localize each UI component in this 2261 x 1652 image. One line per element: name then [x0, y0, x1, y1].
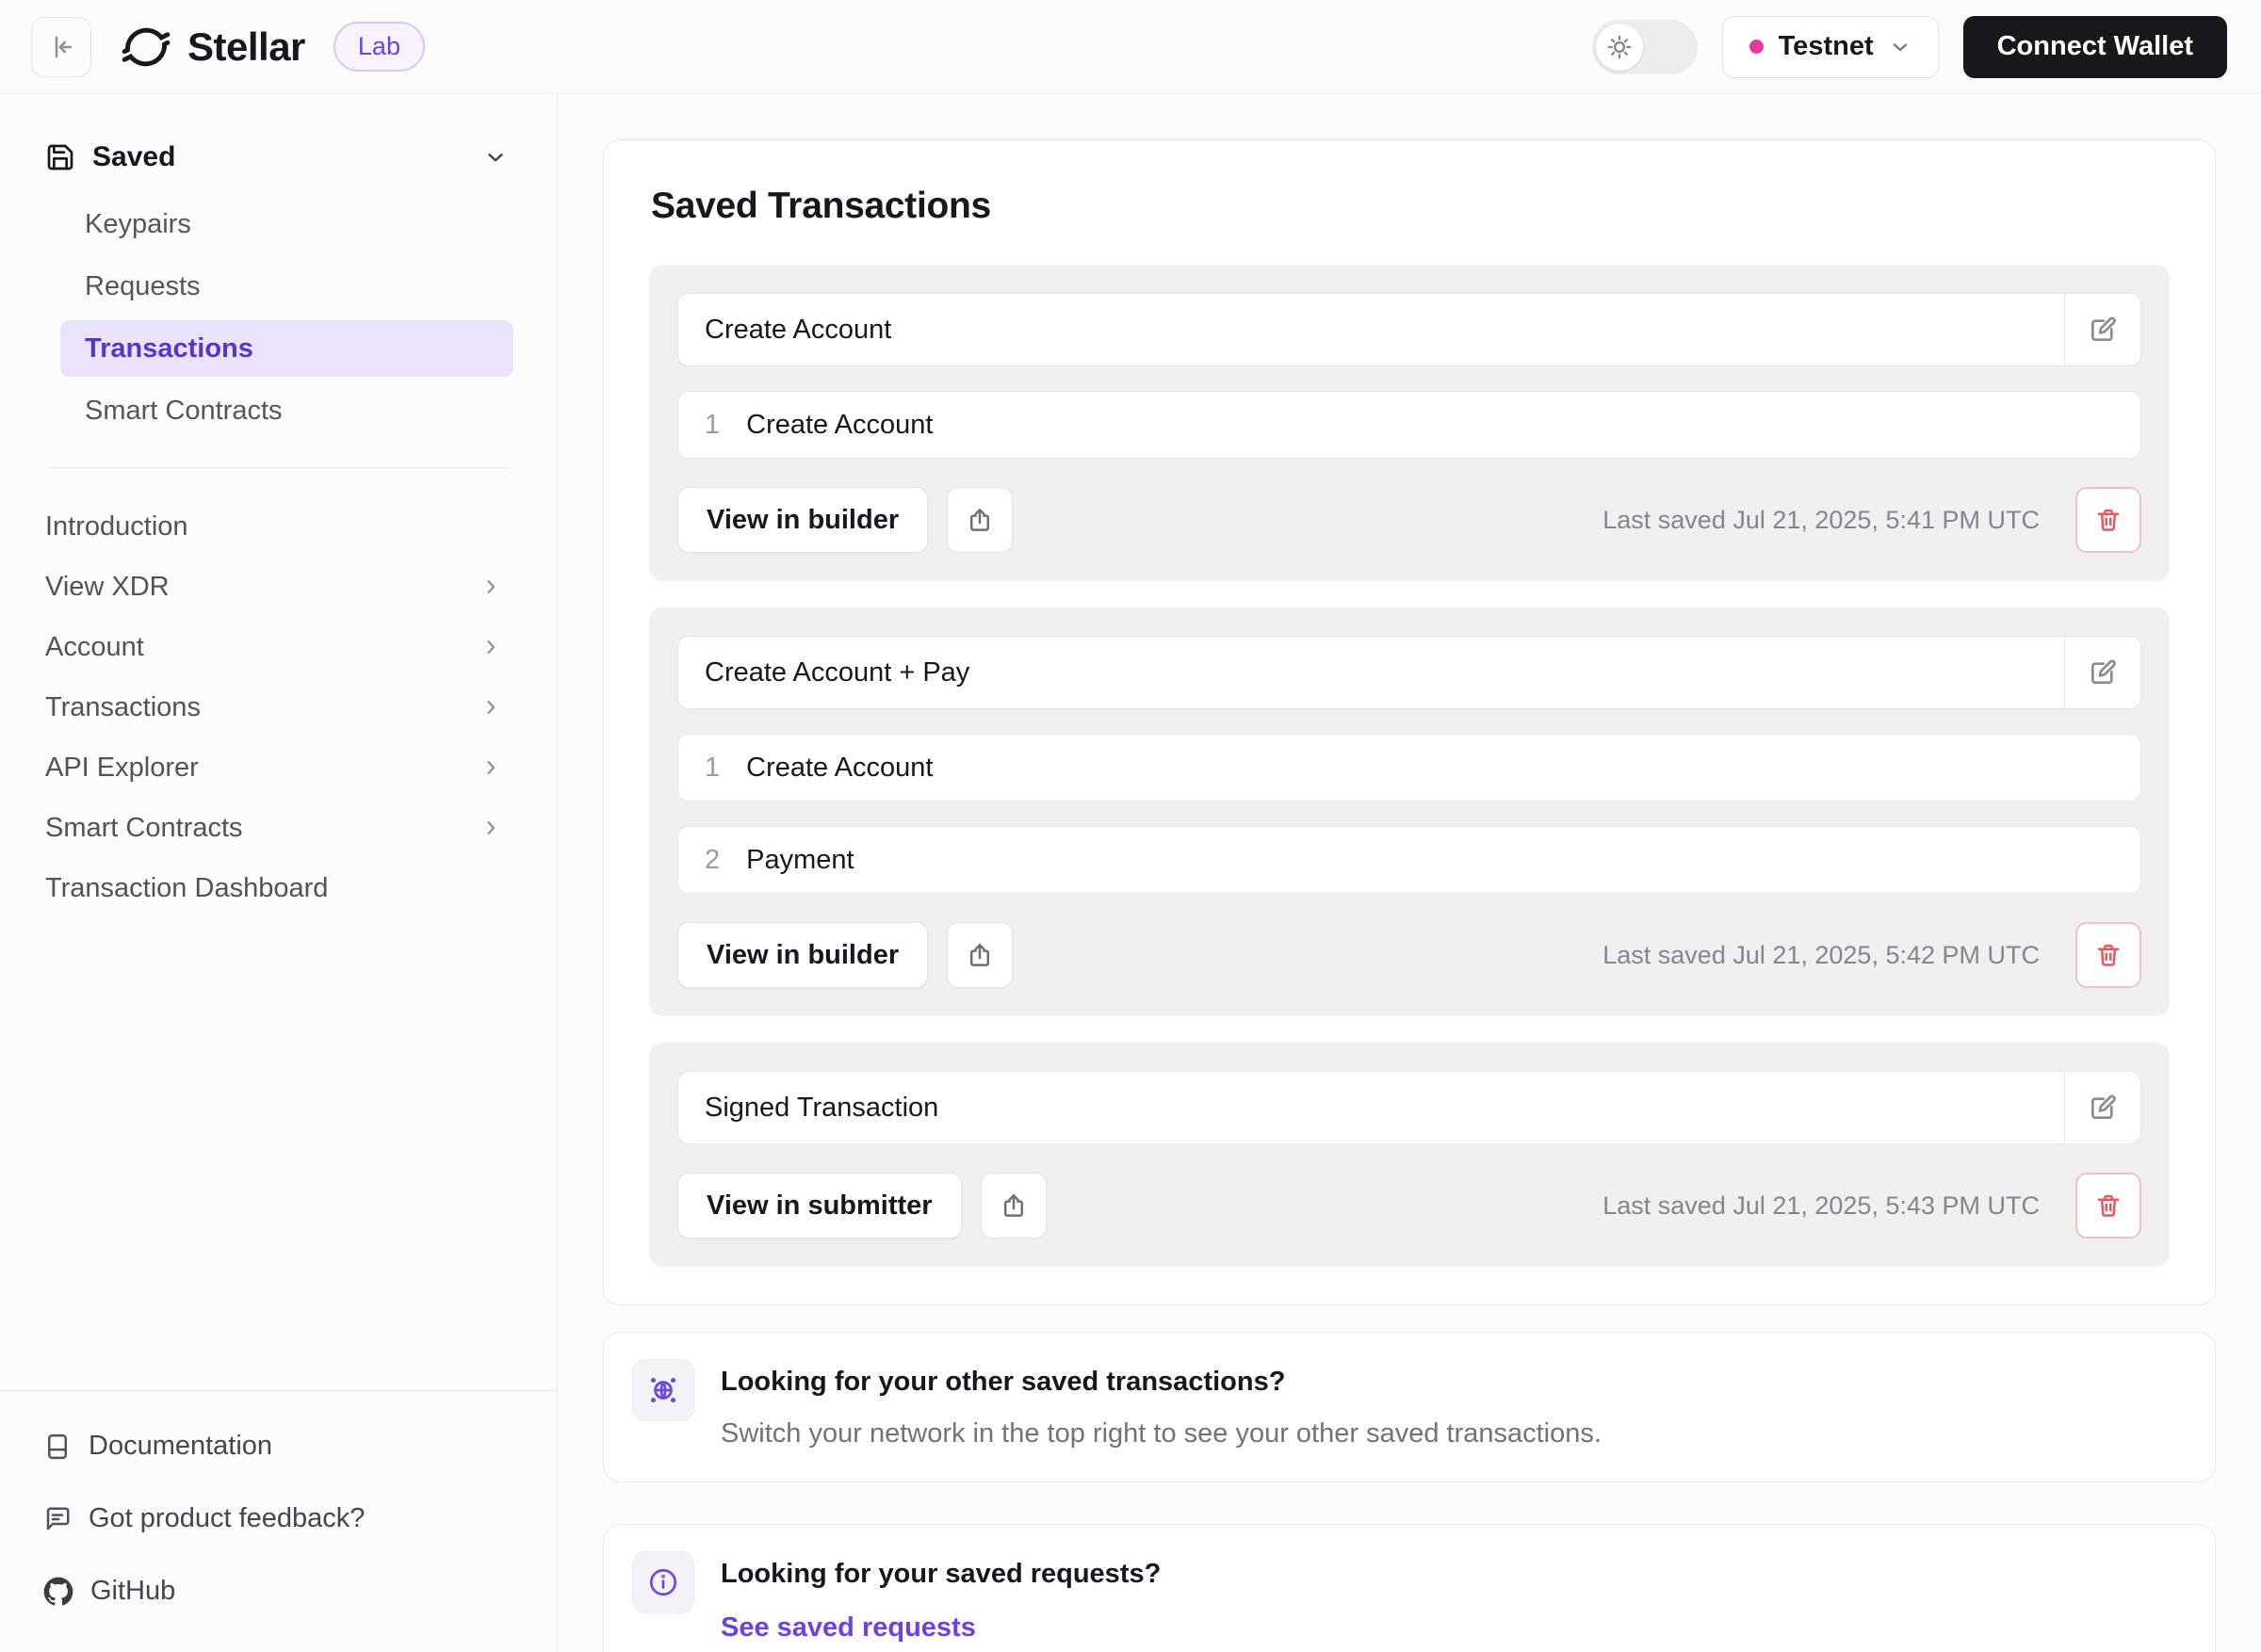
connect-wallet-button[interactable]: Connect Wallet: [1962, 15, 2227, 78]
network-select[interactable]: Testnet: [1721, 15, 1939, 78]
stellar-logo-icon: [120, 21, 172, 73]
network-info-box: Looking for your other saved transaction…: [603, 1332, 2216, 1482]
chevron-right-icon: [480, 696, 502, 719]
sidebar-item-transactions-group[interactable]: Transactions: [43, 677, 513, 737]
operation-label: Payment: [746, 844, 854, 875]
upload-icon: [966, 506, 994, 534]
github-icon: [43, 1577, 73, 1607]
saved-icon: [45, 142, 75, 172]
sidebar-footer: Documentation Got product feedback? GitH…: [0, 1390, 557, 1607]
view-in-submitter-button[interactable]: View in submitter: [677, 1173, 962, 1239]
feedback-icon: [43, 1505, 72, 1533]
info-icon: [632, 1551, 694, 1613]
saved-transaction-item: View in submitter Last saved Jul 21, 202…: [649, 1043, 2170, 1267]
last-saved-text: Last saved Jul 21, 2025, 5:43 PM UTC: [1602, 1190, 2040, 1220]
sidebar-item-transactions[interactable]: Transactions: [60, 320, 513, 377]
sidebar-item-transaction-dashboard[interactable]: Transaction Dashboard: [43, 858, 513, 918]
delete-button[interactable]: [2075, 487, 2141, 553]
share-button[interactable]: [980, 1173, 1047, 1239]
sidebar-group-label: Saved: [92, 141, 176, 172]
info-description: Switch your network in the top right to …: [721, 1418, 1602, 1449]
operation-index: 2: [705, 844, 721, 875]
chevron-down-icon: [1889, 36, 1911, 58]
transaction-name-input[interactable]: [678, 294, 2064, 365]
saved-transaction-item: 1 Create Account View in builder Last sa…: [649, 265, 2170, 581]
chevron-down-icon: [483, 145, 508, 170]
last-saved-text: Last saved Jul 21, 2025, 5:42 PM UTC: [1602, 940, 2040, 969]
trash-icon: [2094, 506, 2123, 534]
sidebar-item-smart-contracts-group[interactable]: Smart Contracts: [43, 798, 513, 858]
collapse-sidebar-button[interactable]: [31, 16, 91, 77]
github-link[interactable]: GitHub: [43, 1576, 513, 1607]
operation-index: 1: [705, 409, 721, 440]
sidebar-item-keypairs[interactable]: Keypairs: [60, 196, 513, 252]
chevron-right-icon: [480, 575, 502, 598]
transaction-name-row: [677, 293, 2141, 366]
book-icon: [43, 1433, 72, 1461]
saved-transactions-card: Saved Transactions 1 Create Account: [603, 139, 2216, 1305]
chevron-right-icon: [480, 817, 502, 839]
operation-row: 2 Payment: [677, 826, 2141, 894]
sidebar-divider: [49, 467, 508, 468]
sun-icon: [1606, 34, 1633, 60]
share-button[interactable]: [947, 922, 1014, 988]
operation-row: 1 Create Account: [677, 391, 2141, 459]
saved-requests-info-box: Looking for your saved requests? See sav…: [603, 1524, 2216, 1652]
transaction-name-row: [677, 1071, 2141, 1144]
edit-name-button[interactable]: [2065, 294, 2140, 365]
info-title: Looking for your saved requests?: [721, 1559, 1162, 1589]
operation-label: Create Account: [746, 752, 934, 783]
operation-row: 1 Create Account: [677, 734, 2141, 802]
network-label: Testnet: [1778, 31, 1874, 61]
share-button[interactable]: [947, 487, 1014, 553]
view-in-builder-button[interactable]: View in builder: [677, 922, 929, 988]
documentation-link[interactable]: Documentation: [43, 1431, 513, 1462]
last-saved-text: Last saved Jul 21, 2025, 5:41 PM UTC: [1602, 505, 2040, 534]
upload-icon: [1000, 1191, 1028, 1220]
edit-icon: [2088, 315, 2118, 345]
globe-network-icon: [632, 1359, 694, 1421]
delete-button[interactable]: [2075, 922, 2141, 988]
see-saved-requests-link[interactable]: See saved requests: [721, 1612, 976, 1644]
main-content: Saved Transactions 1 Create Account: [558, 94, 2261, 1652]
brand-name: Stellar: [187, 24, 305, 69]
sidebar-item-api-explorer[interactable]: API Explorer: [43, 737, 513, 798]
edit-name-button[interactable]: [2065, 637, 2140, 708]
transaction-name-row: [677, 636, 2141, 709]
edit-icon: [2088, 1093, 2118, 1123]
sidebar-group-saved[interactable]: Saved: [43, 136, 513, 179]
trash-icon: [2094, 1191, 2123, 1220]
lab-badge: Lab: [333, 22, 425, 72]
edit-icon: [2088, 657, 2118, 688]
info-title: Looking for your other saved transaction…: [721, 1367, 1286, 1397]
sidebar-item-introduction[interactable]: Introduction: [43, 496, 513, 557]
sidebar: Saved Keypairs Requests Transactions Sma…: [0, 94, 558, 1652]
network-status-dot: [1749, 40, 1764, 54]
chevron-right-icon: [480, 636, 502, 658]
product-feedback-link[interactable]: Got product feedback?: [43, 1503, 513, 1534]
sidebar-item-account[interactable]: Account: [43, 617, 513, 677]
collapse-sidebar-icon: [47, 33, 75, 61]
theme-toggle[interactable]: [1591, 19, 1698, 74]
sidebar-item-requests[interactable]: Requests: [60, 258, 513, 315]
upload-icon: [966, 941, 994, 969]
edit-name-button[interactable]: [2065, 1072, 2140, 1143]
operation-index: 1: [705, 752, 721, 783]
view-in-builder-button[interactable]: View in builder: [677, 487, 929, 553]
stellar-logo[interactable]: Stellar: [120, 21, 305, 73]
saved-transaction-item: 1 Create Account 2 Payment View in build…: [649, 607, 2170, 1016]
delete-button[interactable]: [2075, 1173, 2141, 1239]
operation-label: Create Account: [746, 409, 934, 440]
transaction-name-input[interactable]: [678, 637, 2064, 708]
sidebar-item-smart-contracts[interactable]: Smart Contracts: [60, 382, 513, 439]
trash-icon: [2094, 941, 2123, 969]
chevron-right-icon: [480, 756, 502, 779]
topbar: Stellar Lab Testnet Connect Wallet: [0, 0, 2261, 94]
page-title: Saved Transactions: [651, 186, 991, 226]
transaction-name-input[interactable]: [678, 1072, 2064, 1143]
sidebar-item-view-xdr[interactable]: View XDR: [43, 557, 513, 617]
